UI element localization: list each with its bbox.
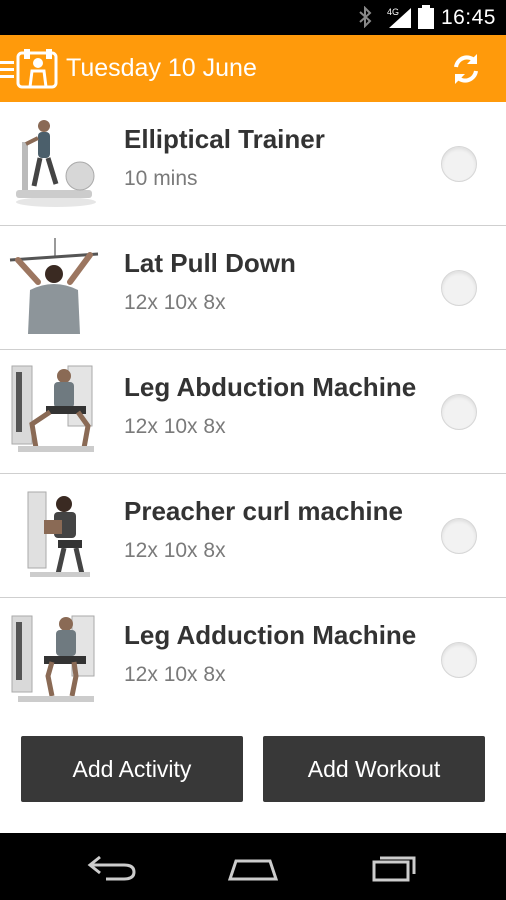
svg-text:4G: 4G	[387, 7, 399, 17]
list-item[interactable]: Leg Adduction Machine 12x 10x 8x	[0, 598, 506, 721]
completion-checkbox[interactable]	[441, 146, 477, 182]
exercise-name: Leg Abduction Machine	[124, 372, 417, 402]
leg-abduction-machine-image	[11, 365, 94, 452]
completion-checkbox[interactable]	[441, 518, 477, 554]
bluetooth-icon	[359, 6, 372, 28]
navigation-bar	[0, 833, 506, 900]
battery-icon	[418, 5, 434, 29]
elliptical-trainer-image	[16, 120, 96, 207]
exercise-detail: 10 mins	[124, 167, 198, 190]
completion-checkbox[interactable]	[441, 270, 477, 306]
exercise-list: Elliptical Trainer 10 mins Lat Pull Down…	[0, 102, 506, 721]
list-item[interactable]: Lat Pull Down 12x 10x 8x	[0, 226, 506, 350]
completion-checkbox[interactable]	[441, 642, 477, 678]
page-title: Tuesday 10 June	[66, 54, 257, 82]
refresh-icon[interactable]	[448, 51, 484, 87]
exercise-name: Elliptical Trainer	[124, 124, 325, 154]
list-item[interactable]: Preacher curl machine 12x 10x 8x	[0, 474, 506, 598]
signal-icon: 4G	[387, 7, 411, 28]
clock: 16:45	[440, 6, 496, 29]
preacher-curl-machine-image	[27, 491, 90, 577]
app-logo-icon[interactable]	[16, 47, 60, 91]
exercise-detail: 12x 10x 8x	[124, 291, 226, 314]
list-item[interactable]: Elliptical Trainer 10 mins	[0, 102, 506, 226]
status-bar: 4G 16:45	[0, 0, 506, 35]
lat-pull-down-image	[9, 238, 99, 334]
exercise-name: Leg Adduction Machine	[124, 620, 417, 650]
list-item[interactable]: Leg Abduction Machine 12x 10x 8x	[0, 350, 506, 474]
exercise-name: Lat Pull Down	[124, 248, 296, 278]
exercise-detail: 12x 10x 8x	[124, 539, 226, 562]
home-icon[interactable]	[226, 855, 280, 881]
exercise-detail: 12x 10x 8x	[124, 663, 226, 686]
recent-apps-icon[interactable]	[370, 852, 420, 882]
add-workout-button[interactable]: Add Workout	[263, 736, 485, 802]
exercise-detail: 12x 10x 8x	[124, 415, 226, 438]
back-icon[interactable]	[86, 853, 138, 881]
action-bar: Tuesday 10 June	[0, 35, 506, 102]
exercise-name: Preacher curl machine	[124, 496, 403, 526]
leg-adduction-machine-image	[11, 615, 95, 702]
menu-icon[interactable]	[0, 57, 14, 81]
completion-checkbox[interactable]	[441, 394, 477, 430]
add-activity-button[interactable]: Add Activity	[21, 736, 243, 802]
